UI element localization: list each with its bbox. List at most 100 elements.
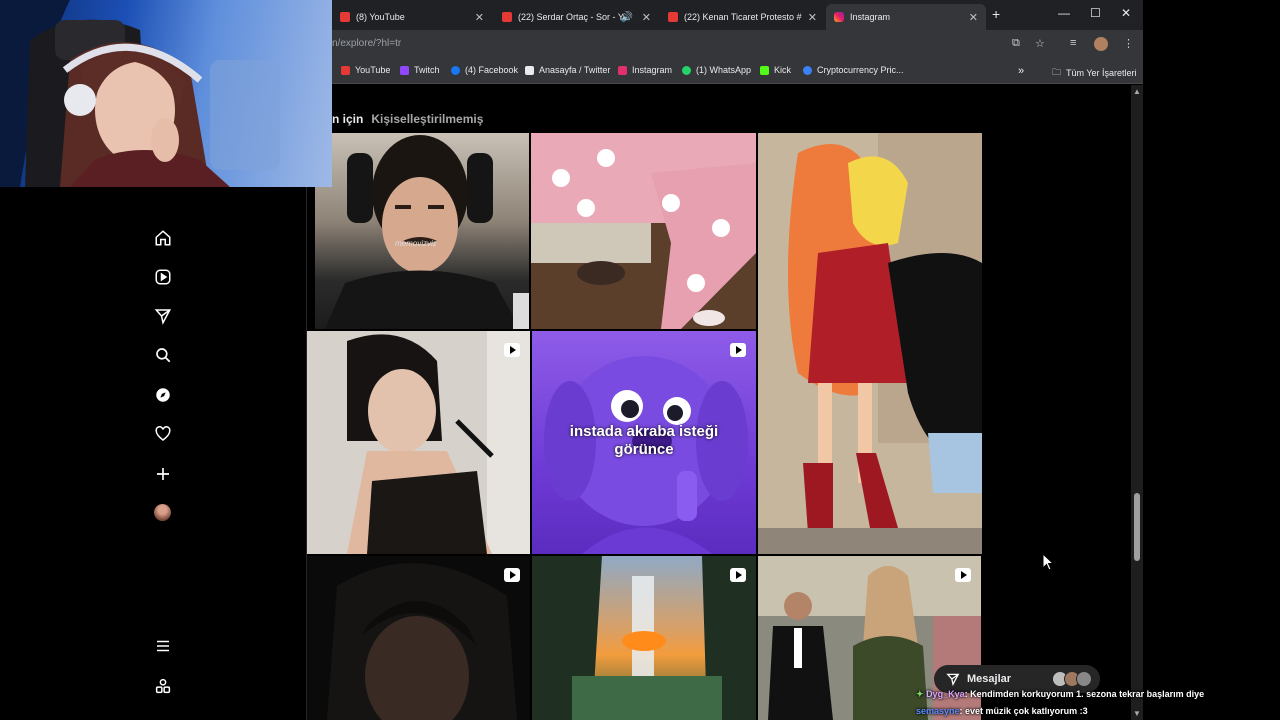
chat-text: : Kendimden korkuyorum 1. sezona tekrar …: [964, 689, 1205, 699]
url-field[interactable]: n/explore/?hl=tr: [332, 38, 401, 49]
close-icon[interactable]: ✕: [808, 11, 817, 24]
close-window-icon[interactable]: ✕: [1121, 6, 1131, 20]
direct-send-icon: [946, 673, 960, 686]
profile-avatar[interactable]: [154, 504, 171, 521]
bookmark-cryptocurrency[interactable]: Cryptocurrency Pric...: [803, 65, 904, 75]
twitch-icon: [400, 65, 409, 75]
reel-icon: [504, 568, 520, 582]
bookmark-label: Cryptocurrency Pric...: [817, 65, 904, 75]
home-icon[interactable]: [152, 227, 174, 249]
install-app-icon[interactable]: ⧉: [1012, 37, 1020, 50]
reel-icon: [730, 343, 746, 357]
tab-title: (8) YouTube: [356, 12, 405, 22]
close-icon[interactable]: ✕: [642, 11, 651, 24]
bookmark-label: Anasayfa / Twitter: [539, 65, 611, 75]
bookmark-label: Kick: [774, 65, 792, 75]
tab-youtube[interactable]: (8) YouTube ✕: [332, 4, 492, 30]
stream-chat: ✦ Dyg_Kya: Kendimden korkuyorum 1. sezon…: [916, 686, 1204, 720]
speaker-icon[interactable]: 🔊: [621, 12, 633, 23]
post-thumbnail: [532, 556, 756, 720]
close-icon[interactable]: ✕: [475, 11, 484, 24]
instagram-icon: [834, 12, 844, 22]
explore-tabs: n için Kişiselleştirilmemiş: [332, 112, 491, 126]
reels-icon[interactable]: [152, 266, 174, 288]
youtube-icon: [340, 12, 350, 22]
bookmark-label: YouTube: [355, 65, 391, 75]
kick-icon: [760, 65, 769, 75]
reel-icon: [730, 568, 746, 582]
explore-post[interactable]: [758, 133, 982, 554]
tab-serdar-ortac[interactable]: (22) Serdar Ortaç - Sor - Yo 🔊 ✕: [494, 4, 659, 30]
caption-line: instada akraba isteği: [569, 423, 719, 440]
explore-post[interactable]: [307, 331, 530, 554]
tab-title: Instagram: [850, 12, 891, 22]
more-bookmarks-button[interactable]: »: [1018, 65, 1024, 77]
instagram-icon: [618, 65, 627, 75]
watermark-text: memovizviz: [395, 239, 437, 248]
explore-post[interactable]: memovizviz: [315, 133, 529, 329]
bookmark-star-icon[interactable]: ☆: [1035, 37, 1045, 50]
explore-post[interactable]: [531, 133, 756, 329]
close-icon[interactable]: ✕: [969, 11, 978, 24]
post-thumbnail: [758, 133, 982, 554]
all-bookmarks-label: Tüm Yer İşaretleri: [1066, 68, 1137, 78]
bookmark-twitter[interactable]: Anasayfa / Twitter: [525, 65, 610, 75]
menu-kebab-icon[interactable]: ⋮: [1123, 37, 1134, 50]
maximize-icon[interactable]: ☐: [1090, 6, 1101, 20]
youtube-icon: [668, 12, 678, 22]
explore-post[interactable]: [307, 556, 530, 720]
screen: (8) YouTube ✕ (22) Serdar Ortaç - Sor - …: [0, 0, 1280, 720]
chat-username: Dyg_Kya: [926, 689, 965, 699]
instagram-sidebar: [137, 185, 307, 720]
chat-text: : evet müzik çok katlıyorum :3: [959, 706, 1088, 716]
bookmark-facebook[interactable]: (4) Facebook: [451, 65, 518, 75]
all-bookmarks-button[interactable]: 🗀 Tüm Yer İşaretleri: [1052, 65, 1137, 81]
create-plus-icon[interactable]: [152, 463, 174, 485]
webcam-overlay: [0, 0, 332, 187]
tab-title: (22) Kenan Ticaret Protesto #g: [684, 12, 802, 22]
minimize-icon[interactable]: —: [1058, 6, 1070, 20]
scroll-up-arrow-icon[interactable]: ▲: [1133, 87, 1141, 96]
bookmark-twitch[interactable]: Twitch: [400, 65, 440, 75]
webcam-feed: [0, 0, 280, 187]
explore-post[interactable]: [532, 556, 756, 720]
tab-kenan-ticaret[interactable]: (22) Kenan Ticaret Protesto #g ✕: [660, 4, 825, 30]
bookmark-label: Instagram: [632, 65, 673, 75]
profile-avatar[interactable]: [1094, 37, 1108, 51]
caption-line: görünce: [614, 441, 674, 458]
hamburger-menu-icon[interactable]: [152, 635, 174, 657]
tab-instagram[interactable]: Instagram ✕: [826, 4, 986, 30]
direct-send-icon[interactable]: [152, 305, 174, 327]
tab-title: (22) Serdar Ortaç - Sor - Yo: [518, 12, 623, 22]
media-control-icon[interactable]: ≡: [1070, 37, 1076, 49]
tab-for-you[interactable]: n için: [332, 112, 363, 126]
bookmark-whatsapp[interactable]: (1) WhatsApp: [682, 65, 751, 75]
post-thumbnail: [327, 563, 517, 720]
mouse-cursor-icon: [1042, 553, 1054, 571]
search-icon[interactable]: [152, 344, 174, 366]
reel-icon: [955, 568, 971, 582]
youtube-icon: [341, 65, 350, 75]
avatar: [1076, 671, 1092, 687]
new-tab-button[interactable]: +: [992, 6, 1000, 22]
post-thumbnail: [347, 331, 530, 554]
bookmark-youtube[interactable]: YouTube: [341, 65, 390, 75]
bookmark-instagram[interactable]: Instagram: [618, 65, 672, 75]
explore-post[interactable]: instada akraba isteği görünce: [532, 331, 756, 554]
explore-compass-icon[interactable]: [152, 384, 174, 406]
scroll-thumb[interactable]: [1134, 493, 1140, 561]
bookmark-label: Twitch: [414, 65, 440, 75]
bookmark-label: (1) WhatsApp: [696, 65, 752, 75]
page-scrollbar[interactable]: ▲ ▼: [1131, 85, 1143, 720]
coinmarketcap-icon: [803, 65, 812, 75]
tab-unpersonalized[interactable]: Kişiselleştirilmemiş: [371, 112, 483, 126]
heart-icon[interactable]: [152, 423, 174, 445]
message-avatars: [1052, 671, 1094, 687]
threads-apps-icon[interactable]: [152, 675, 174, 697]
bookmarks-bar: YouTube Twitch (4) Facebook Anasayfa / T…: [332, 58, 1143, 84]
chat-username: semasyne: [916, 706, 960, 716]
bookmark-kick[interactable]: Kick: [760, 65, 791, 75]
chat-message: ✦ Dyg_Kya: Kendimden korkuyorum 1. sezon…: [916, 686, 1204, 703]
tab-bar: (8) YouTube ✕ (22) Serdar Ortaç - Sor - …: [332, 0, 1143, 30]
whatsapp-icon: [682, 65, 691, 75]
